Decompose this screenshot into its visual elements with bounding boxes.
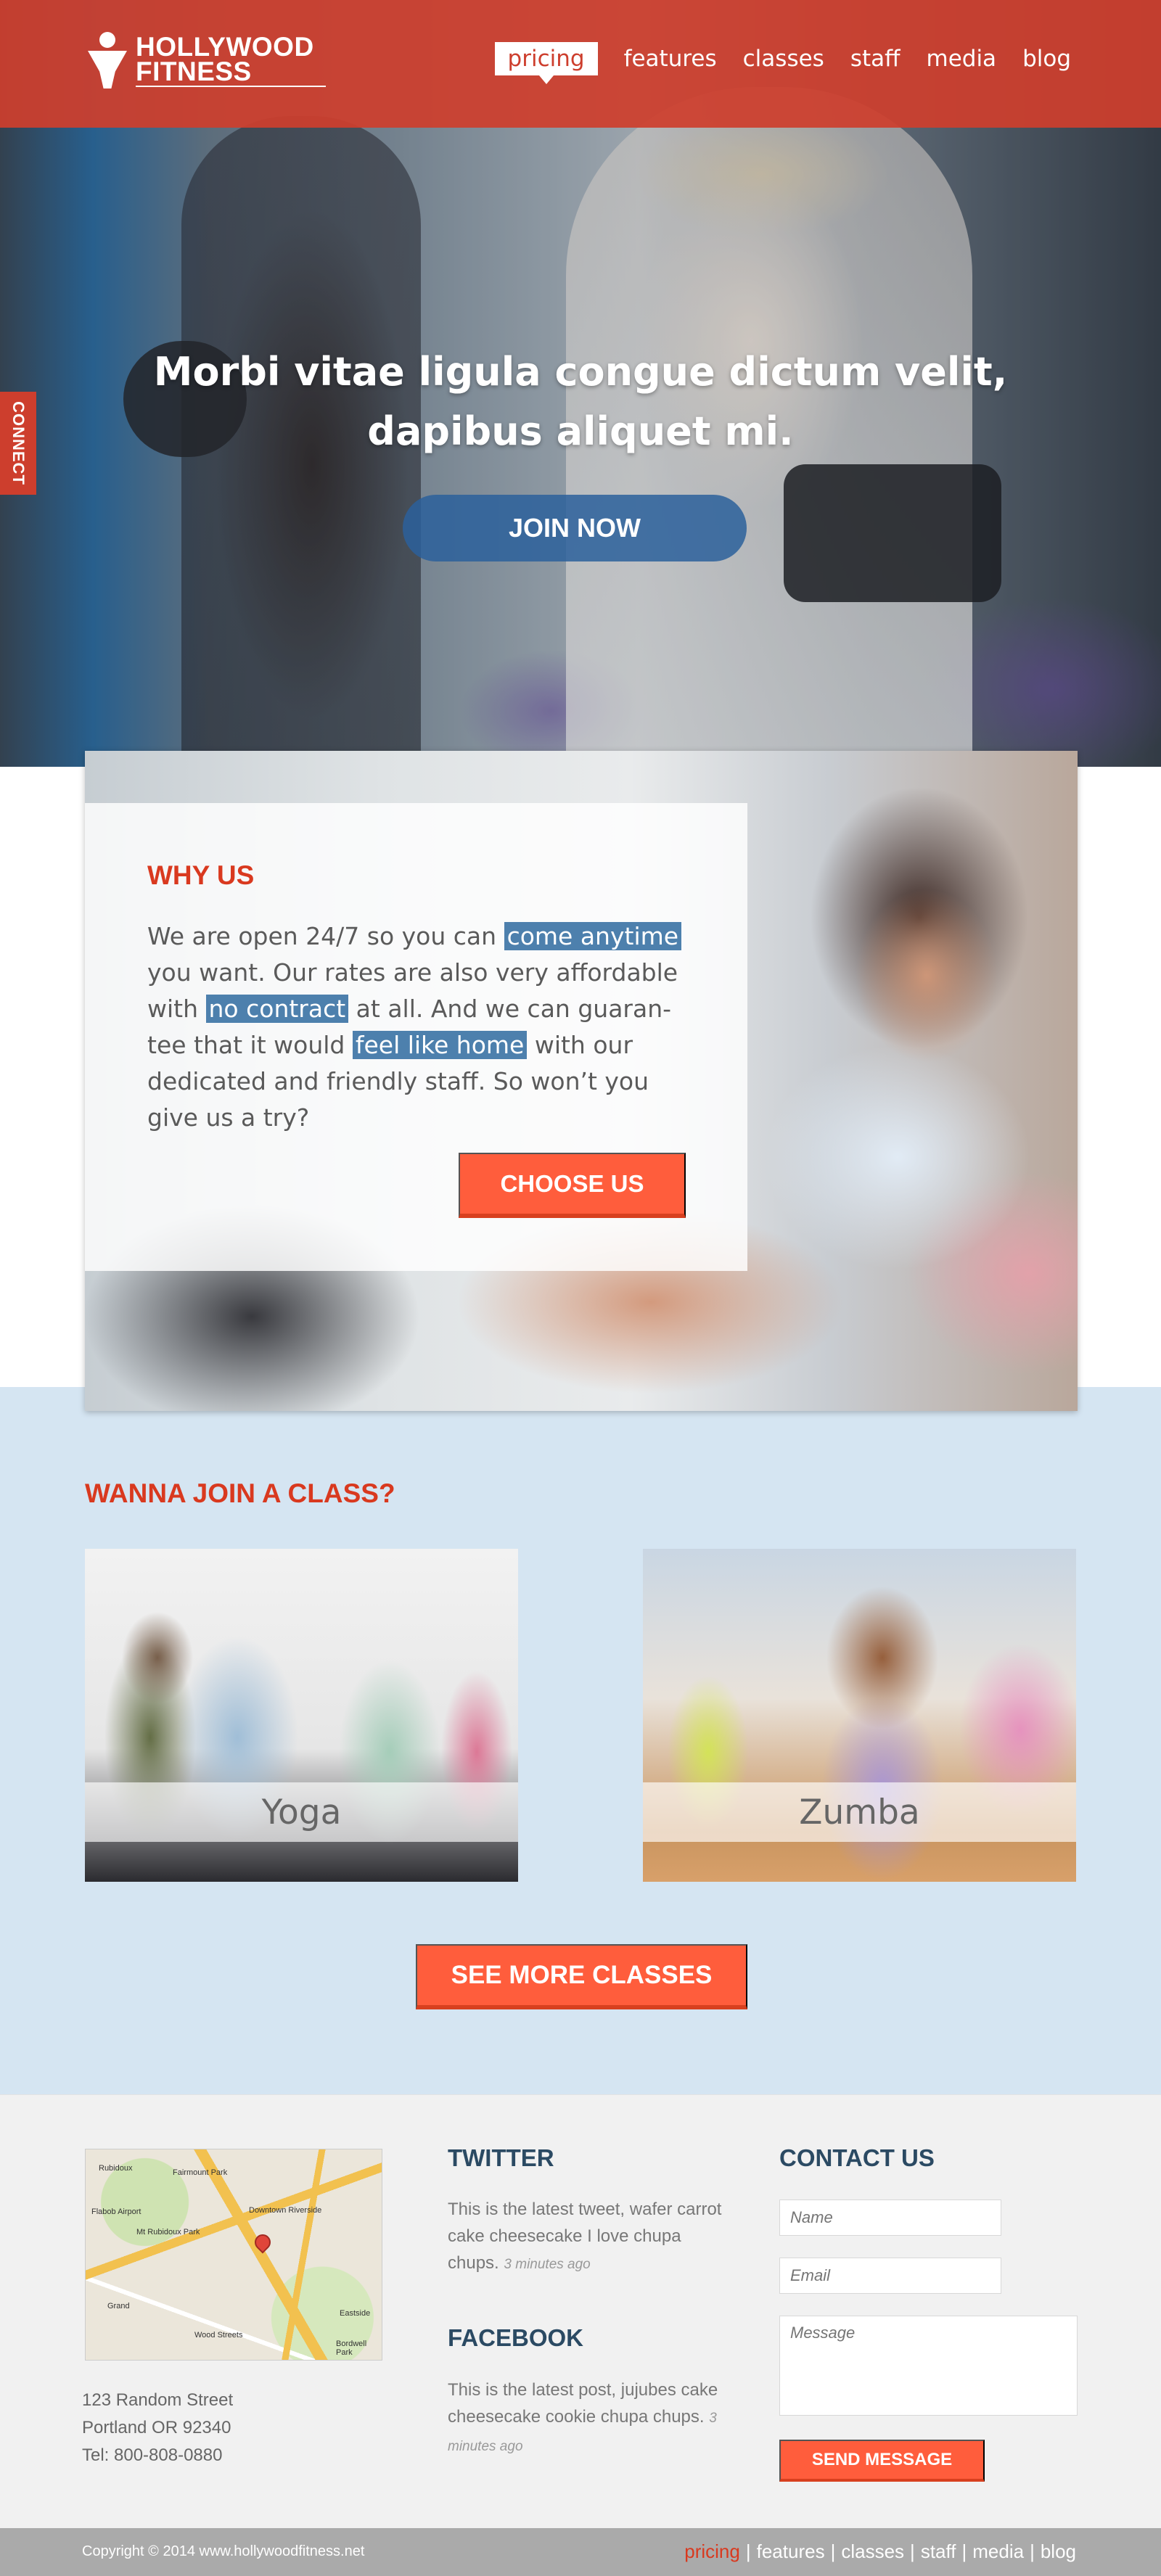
highlight-feel-like-home: feel like home bbox=[352, 1031, 528, 1059]
map-label: Grand bbox=[107, 2302, 130, 2310]
map-label: Wood Streets bbox=[194, 2331, 243, 2340]
contact-title: CONTACT US bbox=[779, 2144, 935, 2171]
highlight-no-contract: no contract bbox=[205, 995, 349, 1023]
address-block: 123 Random Street Portland OR 92340 Tel:… bbox=[82, 2387, 233, 2469]
see-more-classes-button[interactable]: SEE MORE CLASSES bbox=[416, 1944, 747, 2009]
connect-label: CONNECT bbox=[9, 401, 28, 485]
name-field[interactable] bbox=[779, 2200, 1001, 2236]
choose-us-button[interactable]: CHOOSE US bbox=[459, 1153, 686, 1218]
map-label: Eastside bbox=[340, 2309, 371, 2318]
nav-item-pricing[interactable]: pricing bbox=[494, 42, 598, 84]
twitter-post: This is the latest tweet, wafer carrot c… bbox=[448, 2200, 722, 2273]
footer-nav-features[interactable]: features bbox=[757, 2540, 825, 2563]
map-label: Downtown Riverside bbox=[249, 2206, 322, 2215]
why-us-text: We are open 24/7 so you can come anytime… bbox=[147, 918, 699, 1136]
map-label: Flabob Airport bbox=[91, 2207, 141, 2216]
nav-item-features[interactable]: features bbox=[624, 43, 717, 75]
footer-nav-classes[interactable]: classes bbox=[841, 2540, 904, 2563]
main-nav: pricing features classes staff media blo… bbox=[469, 42, 1071, 84]
highlight-come-anytime: come anytime bbox=[504, 922, 682, 950]
map-label: Bordwell Park bbox=[336, 2340, 367, 2357]
footer-nav-media[interactable]: media bbox=[972, 2540, 1024, 2563]
footer-nav-staff[interactable]: staff bbox=[921, 2540, 956, 2563]
nav-item-staff[interactable]: staff bbox=[850, 43, 901, 75]
map-pin-icon bbox=[251, 2231, 274, 2254]
twitter-title: TWITTER bbox=[448, 2144, 554, 2171]
location-map[interactable]: Rubidoux Fairmount Park Flabob Airport M… bbox=[85, 2149, 382, 2361]
email-field[interactable] bbox=[779, 2258, 1001, 2294]
class-label-yoga: Yoga bbox=[85, 1782, 518, 1842]
address-line: 123 Random Street bbox=[82, 2390, 234, 2410]
nav-item-blog[interactable]: blog bbox=[1022, 43, 1071, 75]
join-now-button[interactable]: JOIN NOW bbox=[403, 495, 747, 561]
address-phone: Tel: 800-808-0880 bbox=[82, 2445, 223, 2465]
nav-item-classes[interactable]: classes bbox=[743, 43, 824, 75]
send-message-button[interactable]: SEND MESSAGE bbox=[779, 2440, 985, 2482]
map-label: Rubidoux bbox=[99, 2164, 133, 2173]
message-field[interactable] bbox=[779, 2316, 1078, 2416]
classes-title: WANNA JOIN A CLASS? bbox=[85, 1478, 395, 1508]
connect-side-tab[interactable]: CONNECT bbox=[0, 392, 36, 495]
copyright-text: Copyright © 2014 www.hollywoodfitness.ne… bbox=[82, 2543, 365, 2559]
logo[interactable]: HOLLYWOOD FITNESS bbox=[85, 32, 326, 90]
map-label: Fairmount Park bbox=[173, 2168, 228, 2177]
facebook-post: This is the latest post, jujubes cake ch… bbox=[448, 2380, 718, 2454]
footer-nav-blog[interactable]: blog bbox=[1041, 2540, 1076, 2563]
nav-item-media[interactable]: media bbox=[927, 43, 997, 75]
map-label: Mt Rubidoux Park bbox=[136, 2228, 200, 2236]
class-card-zumba[interactable]: Zumba bbox=[643, 1549, 1076, 1882]
class-label-zumba: Zumba bbox=[643, 1782, 1076, 1842]
tweet-time: 3 minutes ago bbox=[504, 2257, 591, 2272]
footer-nav: pricing | features | classes | staff | media… bbox=[684, 2540, 1076, 2563]
hero-headline: Morbi vitae ligula congue dictum velit, … bbox=[153, 349, 1008, 454]
address-line: Portland OR 92340 bbox=[82, 2418, 231, 2437]
why-us-title: WHY US bbox=[147, 860, 255, 890]
facebook-title: FACEBOOK bbox=[448, 2324, 584, 2351]
logo-figure-icon bbox=[85, 32, 130, 90]
logo-text: HOLLYWOOD FITNESS bbox=[136, 33, 326, 87]
footer-nav-pricing[interactable]: pricing bbox=[684, 2540, 740, 2563]
logo-line-2: FITNESS bbox=[136, 58, 326, 87]
class-card-yoga[interactable]: Yoga bbox=[85, 1549, 518, 1882]
